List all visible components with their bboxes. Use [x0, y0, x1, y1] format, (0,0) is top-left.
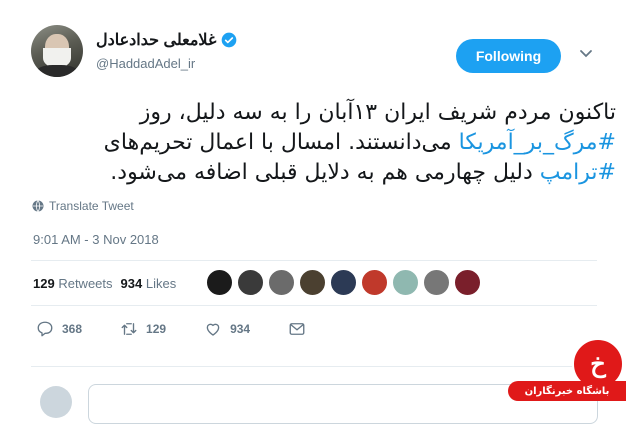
retweets-stat[interactable]: 129 Retweets: [33, 276, 113, 291]
retweets-count: 129: [33, 276, 55, 291]
liker-avatar-2[interactable]: [237, 269, 264, 296]
tweet-line-1: تاکنون مردم شریف ایران ۱۳آبان را به سه د…: [139, 100, 616, 125]
divider: [31, 366, 597, 367]
retweet-count: 129: [146, 322, 167, 336]
liker-avatar-8[interactable]: [423, 269, 450, 296]
reply-icon: [37, 321, 53, 337]
user-handle[interactable]: @HaddadAdel_ir: [96, 56, 195, 71]
user-name-row: غلامعلی حدادعادل: [96, 30, 237, 50]
divider: [31, 305, 597, 306]
tweet-actions: 368 129 934: [36, 320, 344, 338]
reply-button[interactable]: 368: [36, 320, 82, 338]
hashtag-link[interactable]: #ترامپ: [540, 160, 616, 185]
likes-count: 934: [120, 276, 143, 291]
hashtag-link[interactable]: #مرگ_بر_آمریکا: [459, 130, 616, 155]
tweet-line-2: #مرگ_بر_آمریکا می‌دانستند. امسال با اعما…: [80, 128, 616, 158]
direct-message-button[interactable]: [288, 320, 306, 338]
likes-label: Likes: [145, 276, 177, 291]
liker-avatar-4[interactable]: [299, 269, 326, 296]
chevron-down-icon[interactable]: [579, 46, 593, 60]
liker-avatar-5[interactable]: [330, 269, 357, 296]
tweet-line-3-text: دلیل چهارمی هم به دلایل قبلی اضافه می‌شو…: [110, 160, 540, 185]
tweet-timestamp[interactable]: 9:01 AM - 3 Nov 2018: [33, 232, 159, 247]
own-avatar: [40, 386, 72, 418]
envelope-icon: [289, 323, 305, 335]
translate-tweet-link[interactable]: Translate Tweet: [32, 199, 134, 213]
news-agency-label: باشگاه خبرنگاران: [508, 381, 626, 401]
liker-avatar-1[interactable]: [206, 269, 233, 296]
tweet-text: تاکنون مردم شریف ایران ۱۳آبان را به سه د…: [80, 98, 616, 188]
verified-badge-icon: [221, 32, 237, 48]
retweet-icon: [121, 323, 137, 335]
liker-avatar-3[interactable]: [268, 269, 295, 296]
retweets-label: Retweets: [58, 276, 113, 291]
liker-avatar-7[interactable]: [392, 269, 419, 296]
profile-avatar[interactable]: [31, 25, 83, 77]
tweet-line-3: #ترامپ دلیل چهارمی هم به دلایل قبلی اضاف…: [80, 158, 616, 188]
globe-icon: [32, 200, 44, 212]
retweet-button[interactable]: 129: [120, 320, 166, 338]
user-name[interactable]: غلامعلی حدادعادل: [96, 30, 216, 50]
reply-count: 368: [62, 322, 83, 336]
following-button[interactable]: Following: [456, 39, 561, 73]
tweet-stats: 129 Retweets 934 Likes: [33, 276, 176, 291]
like-count: 934: [230, 322, 251, 336]
liker-avatar-6[interactable]: [361, 269, 388, 296]
divider: [31, 260, 597, 261]
likes-stat[interactable]: 934 Likes: [121, 276, 177, 291]
like-button[interactable]: 934: [204, 320, 250, 338]
liker-avatars: [206, 269, 481, 296]
tweet-line-2-text: می‌دانستند. امسال با اعمال تحریم‌های: [103, 130, 459, 155]
liker-avatar-9[interactable]: [454, 269, 481, 296]
heart-icon: [206, 323, 220, 336]
translate-label: Translate Tweet: [49, 199, 134, 213]
